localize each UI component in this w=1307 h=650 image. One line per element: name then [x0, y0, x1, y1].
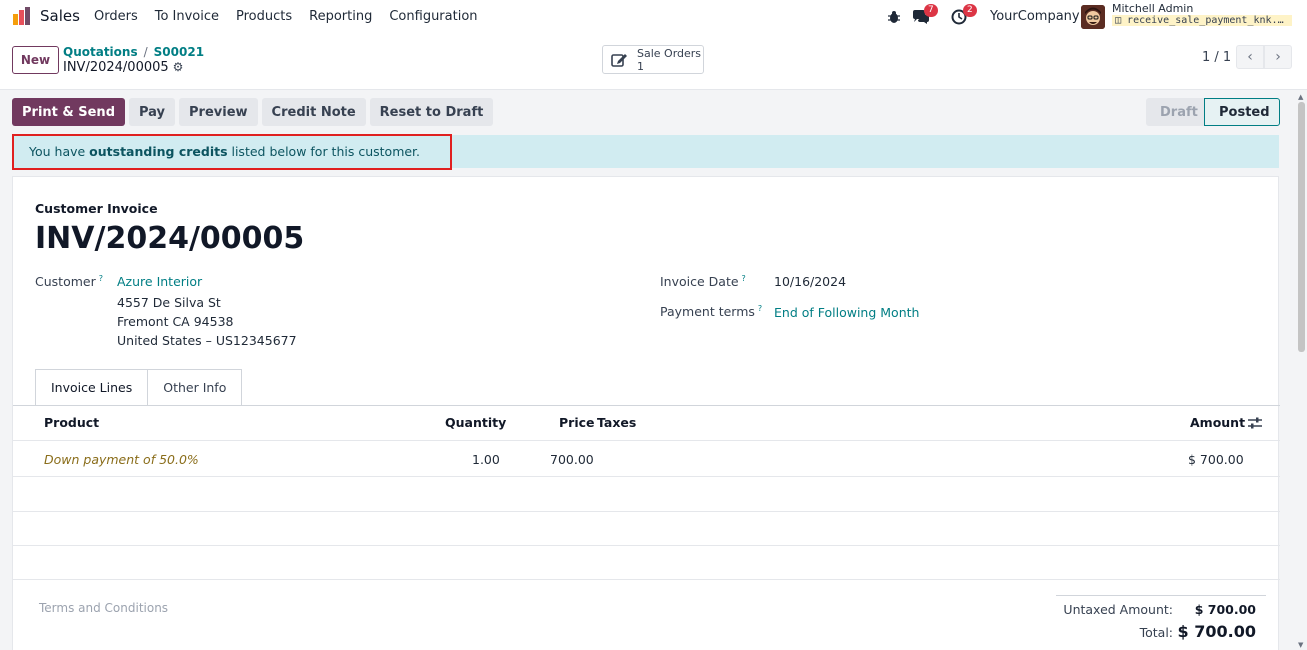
status-draft[interactable]: Draft: [1146, 98, 1204, 126]
column-product[interactable]: Product: [44, 415, 99, 430]
notebook-tabs: Invoice Lines Other Info: [35, 369, 243, 406]
activity-count: 2: [963, 4, 977, 17]
customer-label-text: Customer: [35, 274, 96, 290]
customer-link[interactable]: Azure Interior: [117, 274, 202, 289]
scrollbar[interactable]: ▲ ▼: [1296, 92, 1307, 650]
smart-button-label: Sale Orders: [637, 47, 702, 60]
total-value: $ 700.00: [1177, 622, 1256, 641]
total-label: Total:: [1139, 625, 1173, 640]
form-sheet: Customer Invoice INV/2024/00005 Customer…: [12, 176, 1280, 650]
database-icon: ◫: [1115, 15, 1128, 26]
scroll-thumb[interactable]: [1298, 102, 1305, 352]
gear-icon[interactable]: ⚙: [173, 60, 184, 74]
smart-button-count: 1: [637, 60, 644, 73]
control-panel: New Quotations / S00021 INV/2024/00005 ⚙ Sa…: [0, 34, 1307, 90]
help-icon[interactable]: ?: [758, 304, 762, 313]
main-menu: Orders To Invoice Products Reporting Con…: [94, 9, 495, 24]
messages-count: 7: [924, 4, 938, 17]
help-icon[interactable]: ?: [742, 274, 746, 283]
action-bar: Print & Send Pay Preview Credit Note Res…: [12, 98, 494, 126]
record-title: INV/2024/00005 ⚙: [63, 60, 183, 75]
breadcrumb-order[interactable]: S00021: [154, 45, 204, 59]
address-line-3: United States – US12345677: [117, 333, 297, 348]
user-avatar[interactable]: [1081, 5, 1105, 29]
scroll-down-icon[interactable]: ▼: [1298, 641, 1303, 649]
menu-reporting[interactable]: Reporting: [309, 9, 372, 24]
breadcrumb-quotations[interactable]: Quotations: [63, 45, 138, 59]
sales-app-icon[interactable]: [12, 6, 32, 26]
company-switcher[interactable]: YourCompany: [990, 9, 1080, 24]
invoice-date-label: Invoice Date?: [660, 274, 746, 289]
breadcrumb: Quotations / S00021: [63, 45, 204, 59]
tab-invoice-lines[interactable]: Invoice Lines: [35, 369, 149, 406]
totals-divider: [1056, 595, 1266, 596]
app-name[interactable]: Sales: [40, 7, 80, 25]
status-posted[interactable]: Posted: [1204, 98, 1280, 126]
scroll-up-icon[interactable]: ▲: [1298, 93, 1303, 101]
menu-configuration[interactable]: Configuration: [389, 9, 477, 24]
tab-other-info[interactable]: Other Info: [148, 369, 243, 406]
terms-conditions-field[interactable]: Terms and Conditions: [39, 601, 168, 615]
row-divider: [13, 579, 1280, 580]
invoice-number: INV/2024/00005: [35, 221, 305, 256]
highlight-box: [12, 134, 452, 170]
line-price[interactable]: 700.00: [550, 452, 594, 467]
breadcrumb-separator: /: [143, 45, 148, 59]
pager-previous-button[interactable]: ‹: [1236, 45, 1264, 69]
document-type: Customer Invoice: [35, 201, 158, 216]
pager-value[interactable]: 1 / 1: [1202, 50, 1231, 65]
preview-button[interactable]: Preview: [179, 98, 258, 126]
pay-button[interactable]: Pay: [129, 98, 176, 126]
invoice-date-value[interactable]: 10/16/2024: [774, 274, 846, 289]
reset-to-draft-button[interactable]: Reset to Draft: [369, 98, 494, 126]
top-navbar: Sales Orders To Invoice Products Reporti…: [0, 0, 1307, 34]
payment-terms-value[interactable]: End of Following Month: [774, 305, 919, 320]
customer-label: Customer?: [35, 274, 103, 289]
database-name: receive_sale_payment_knk...: [1127, 15, 1290, 26]
tab-divider: [13, 405, 1280, 406]
row-divider: [13, 545, 1280, 546]
messages-icon[interactable]: 7: [912, 0, 938, 34]
record-name: INV/2024/00005: [63, 60, 169, 75]
row-divider: [13, 476, 1280, 477]
invoice-date-label-text: Invoice Date: [660, 274, 739, 290]
print-send-button[interactable]: Print & Send: [12, 98, 125, 126]
line-product[interactable]: Down payment of 50.0%: [44, 452, 199, 467]
debug-icon[interactable]: [887, 0, 901, 34]
activity-icon[interactable]: 2: [951, 0, 977, 34]
menu-to-invoice[interactable]: To Invoice: [155, 9, 219, 24]
payment-terms-label: Payment terms?: [660, 304, 762, 319]
row-divider: [13, 511, 1280, 512]
pager-next-button[interactable]: ›: [1264, 45, 1292, 69]
line-amount[interactable]: $ 700.00: [1188, 452, 1244, 467]
new-button[interactable]: New: [12, 46, 59, 74]
payment-terms-label-text: Payment terms: [660, 304, 755, 320]
user-name[interactable]: Mitchell Admin: [1112, 2, 1193, 15]
row-divider: [13, 440, 1280, 441]
address-line-2: Fremont CA 94538: [117, 314, 234, 329]
line-quantity[interactable]: 1.00: [472, 452, 500, 467]
menu-orders[interactable]: Orders: [94, 9, 138, 24]
address-line-1: 4557 De Silva St: [117, 295, 221, 310]
menu-products[interactable]: Products: [236, 9, 292, 24]
column-taxes[interactable]: Taxes: [597, 415, 636, 430]
credit-note-button[interactable]: Credit Note: [261, 98, 366, 126]
edit-icon: [611, 54, 627, 67]
database-tag: ◫ receive_sale_payment_knk...: [1112, 15, 1292, 26]
column-price[interactable]: Price: [559, 415, 595, 430]
column-quantity[interactable]: Quantity: [445, 415, 506, 430]
status-bar: Draft Posted: [1146, 98, 1280, 126]
chevron-right-icon: ›: [1275, 49, 1281, 65]
help-icon[interactable]: ?: [99, 274, 103, 283]
chevron-left-icon: ‹: [1247, 49, 1253, 65]
column-amount[interactable]: Amount: [1190, 415, 1245, 430]
untaxed-amount-value: $ 700.00: [1194, 602, 1256, 617]
sale-orders-smart-button[interactable]: Sale Orders 1: [602, 45, 704, 74]
column-options-icon[interactable]: [1248, 417, 1262, 429]
untaxed-amount-label: Untaxed Amount:: [1063, 602, 1173, 617]
